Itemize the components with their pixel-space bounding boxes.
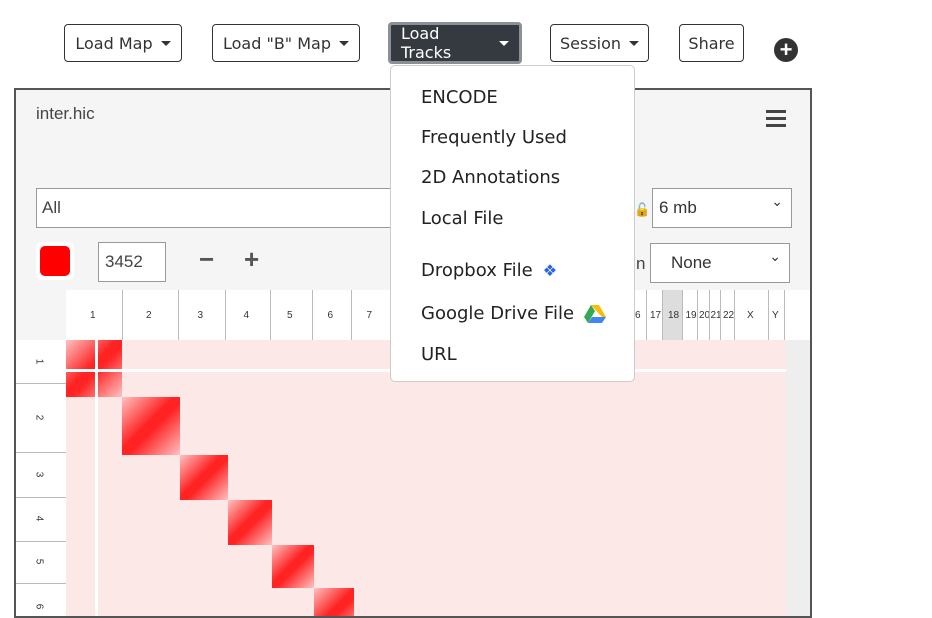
resolution-select[interactable]: 6 mb <box>652 188 792 228</box>
chromosome-boundary <box>16 497 66 498</box>
load-b-map-button[interactable]: Load "B" Map <box>212 24 360 62</box>
menu-item-encode[interactable]: ENCODE <box>421 87 498 108</box>
caret-down-icon <box>339 40 349 46</box>
chromosome-boundary <box>784 290 785 340</box>
chromosome-boundary <box>662 290 663 340</box>
chromosome-boundary <box>16 452 66 453</box>
left-chromosome-ruler: 1 2 3 4 5 6 <box>16 340 66 616</box>
normalization-label: n <box>636 254 646 273</box>
chromosome-label[interactable]: Y <box>772 310 779 321</box>
menu-item-dropbox-file[interactable]: Dropbox File ❖ <box>421 260 557 281</box>
intra-chromosome-block <box>272 545 314 588</box>
menu-item-frequently-used[interactable]: Frequently Used <box>421 127 567 148</box>
chromosome-boundary <box>682 290 683 340</box>
chromosome-boundary <box>178 290 179 340</box>
intra-chromosome-block <box>228 500 272 545</box>
menu-item-local-file[interactable]: Local File <box>421 208 504 229</box>
chromosome-label[interactable]: 1 <box>33 358 44 364</box>
chromosome-label[interactable]: 7 <box>367 310 373 321</box>
caret-down-icon <box>160 40 171 46</box>
chromosome-boundary <box>16 541 66 542</box>
chromosome-boundary <box>697 290 698 340</box>
intra-chromosome-block <box>180 455 228 500</box>
chromosome-label[interactable]: 3 <box>198 310 204 321</box>
session-button[interactable]: Session <box>550 24 649 62</box>
chromosome-label[interactable]: 18 <box>668 310 679 321</box>
plus-button[interactable]: + <box>244 244 259 275</box>
locus-input[interactable]: All <box>36 188 416 228</box>
chromosome-boundary <box>351 290 352 340</box>
share-button[interactable]: Share <box>679 24 744 62</box>
chromosome-label[interactable]: 2 <box>146 310 152 321</box>
scrollbar[interactable] <box>786 340 810 616</box>
dropbox-icon: ❖ <box>542 261 558 280</box>
menu-hamburger-icon[interactable] <box>766 110 786 131</box>
menu-item-url[interactable]: URL <box>421 344 457 365</box>
menu-item-google-drive-file[interactable]: Google Drive File <box>421 303 607 324</box>
load-tracks-dropdown: ENCODE Frequently Used 2D Annotations Lo… <box>390 65 635 382</box>
map-title: inter.hic <box>36 104 95 123</box>
chromosome-label[interactable]: 17 <box>650 310 661 321</box>
chromosome-boundary <box>16 583 66 584</box>
threshold-input[interactable]: 3452 <box>98 242 166 282</box>
load-tracks-label: Load Tracks <box>401 24 452 62</box>
chromosome-label[interactable]: 19 <box>686 310 697 321</box>
chromosome-label[interactable]: 6 <box>33 603 44 609</box>
intra-chromosome-block <box>314 588 354 616</box>
load-map-label: Load Map <box>75 33 153 53</box>
minus-button[interactable]: − <box>199 244 214 275</box>
google-drive-icon <box>584 304 607 323</box>
load-tracks-button[interactable]: Load Tracks <box>388 22 522 64</box>
chromosome-label[interactable]: X <box>747 310 754 321</box>
normalization-select[interactable]: None <box>650 243 790 283</box>
chromosome-label[interactable]: 4 <box>244 310 250 321</box>
chromosome-boundary <box>312 290 313 340</box>
chromosome-boundary <box>16 383 66 384</box>
caret-down-icon <box>499 40 509 46</box>
chromosome-boundary <box>646 290 647 340</box>
add-browser-icon[interactable]: + <box>774 38 798 62</box>
chromosome-label[interactable]: 6 <box>635 310 641 321</box>
load-map-button[interactable]: Load Map <box>64 24 182 62</box>
lock-icon[interactable]: 🔓 <box>634 202 650 218</box>
chromosome-label[interactable]: 5 <box>33 559 44 565</box>
chromosome-label[interactable]: 6 <box>328 310 334 321</box>
load-b-map-label: Load "B" Map <box>223 33 332 53</box>
chromosome-label[interactable]: 4 <box>33 516 44 522</box>
chromosome-label[interactable]: 1 <box>90 310 96 321</box>
chromosome-boundary <box>720 290 721 340</box>
intra-chromosome-block <box>122 397 180 455</box>
chromosome-label[interactable]: 22 <box>723 310 734 321</box>
chromosome-boundary <box>768 290 769 340</box>
chromosome-boundary <box>734 290 735 340</box>
caret-down-icon <box>629 40 640 46</box>
chromosome-label[interactable]: 2 <box>33 414 44 420</box>
chromosome-boundary <box>122 290 123 340</box>
menu-item-2d-annotations[interactable]: 2D Annotations <box>421 167 560 188</box>
chromosome-label[interactable]: 5 <box>287 310 293 321</box>
color-swatch[interactable] <box>36 242 74 280</box>
chromosome-boundary <box>270 290 271 340</box>
unmapped-gap <box>95 340 98 616</box>
chromosome-label[interactable]: 3 <box>33 471 44 477</box>
chromosome-boundary <box>225 290 226 340</box>
session-label: Session <box>559 33 622 53</box>
share-label: Share <box>688 33 735 53</box>
